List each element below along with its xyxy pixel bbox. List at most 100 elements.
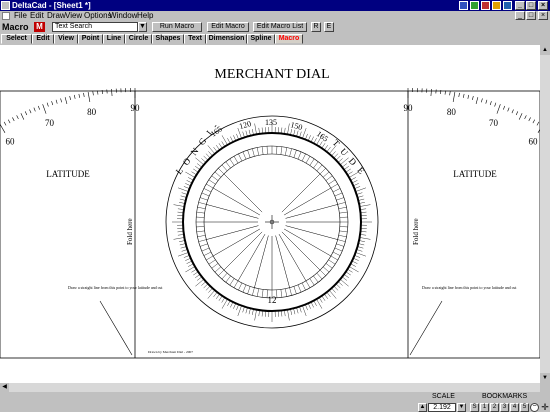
close-icon[interactable]: × xyxy=(538,1,548,10)
macro-m-icon[interactable]: M xyxy=(34,22,45,32)
dial-tick xyxy=(197,163,202,168)
macro-search-select[interactable]: Text Search xyxy=(52,22,138,32)
hour-line xyxy=(212,228,261,257)
app-icon[interactable] xyxy=(1,1,10,10)
excel-icon[interactable] xyxy=(470,1,479,10)
menu-help[interactable]: Help xyxy=(137,11,153,21)
dial-tick xyxy=(350,177,356,181)
drawing-canvas[interactable]: MERCHANT DIAL 0102030405060708090 010203… xyxy=(0,45,540,383)
tab-line[interactable]: Line xyxy=(103,34,125,44)
tab-macro[interactable]: Macro xyxy=(275,34,303,44)
word-icon[interactable] xyxy=(459,1,468,10)
tab-view[interactable]: View xyxy=(54,34,78,44)
run-macro-button[interactable]: Run Macro xyxy=(152,22,202,32)
menu-file[interactable]: File xyxy=(14,11,27,21)
right-scale-tick xyxy=(503,105,506,110)
menu-draw[interactable]: Draw xyxy=(47,11,66,21)
scroll-up-icon[interactable]: ▲ xyxy=(540,45,550,55)
dial-tick xyxy=(186,180,193,184)
hour-tick xyxy=(338,235,347,238)
hour-tick xyxy=(313,275,319,283)
menu-edit[interactable]: Edit xyxy=(30,11,44,21)
scale-down-icon[interactable]: ▼ xyxy=(457,403,466,412)
dial-tick xyxy=(188,177,194,181)
dial-tick xyxy=(215,293,220,299)
bookmarks-label: BOOKMARKS xyxy=(482,393,528,400)
horizontal-scrollbar[interactable]: ◀ xyxy=(0,383,540,392)
dial-tick xyxy=(207,145,215,154)
tab-select[interactable]: Select xyxy=(1,34,32,44)
hour-line xyxy=(254,235,269,288)
pan-arrows-icon[interactable]: ✛ xyxy=(540,402,550,412)
right-pointer-line xyxy=(409,300,443,356)
hour-line xyxy=(223,173,263,213)
dial-tick xyxy=(353,258,359,261)
edit-macro-button[interactable]: Edit Macro xyxy=(207,22,249,32)
dial-tick xyxy=(345,271,351,276)
scroll-down-icon[interactable]: ▼ xyxy=(540,373,550,383)
hour-tick xyxy=(330,183,338,189)
vertical-scrollbar[interactable]: ▲ ▼ xyxy=(540,45,550,383)
dial-tick xyxy=(183,186,190,189)
bookmark-3-button[interactable]: 3 xyxy=(500,403,509,412)
e-button[interactable]: E xyxy=(324,22,334,32)
hour-tick xyxy=(322,266,330,273)
dial-tick xyxy=(173,204,185,207)
doc-restore-icon[interactable]: □ xyxy=(526,11,536,20)
tab-point[interactable]: Point xyxy=(78,34,103,44)
hour-line xyxy=(237,233,266,282)
left-latitude-label: LATITUDE xyxy=(46,169,90,179)
tab-shapes[interactable]: Shapes xyxy=(152,34,184,44)
bookmark-5-button[interactable]: 5 xyxy=(520,403,529,412)
tab-dimension[interactable]: Dimension xyxy=(206,34,247,44)
dropdown-chevron-icon[interactable]: ▼ xyxy=(138,22,147,32)
zoom-out-icon[interactable]: − xyxy=(530,403,539,412)
bookmark-s-button[interactable]: S xyxy=(470,403,479,412)
right-scale-tick xyxy=(524,115,527,120)
tab-edit[interactable]: Edit xyxy=(32,34,54,44)
minimize-icon[interactable]: _ xyxy=(515,1,525,10)
scale-value-field[interactable]: 2.192 xyxy=(428,403,456,412)
dial-tick xyxy=(357,195,364,198)
right-latitude-label: LATITUDE xyxy=(453,169,497,179)
scale-up-icon[interactable]: ▲ xyxy=(418,403,427,412)
powerpoint-icon[interactable] xyxy=(481,1,490,10)
right-scale-tick xyxy=(472,95,474,100)
menu-options[interactable]: Options xyxy=(84,11,112,21)
document-icon[interactable] xyxy=(2,12,10,20)
hour-tick xyxy=(196,226,205,228)
dial-tick xyxy=(180,195,187,198)
tab-text[interactable]: Text xyxy=(184,34,206,44)
left-scale-label: 60 xyxy=(6,136,16,146)
scroll-left-icon[interactable]: ◀ xyxy=(0,383,9,392)
dial-tick xyxy=(191,171,197,176)
hour-tick xyxy=(339,216,348,218)
menu-view[interactable]: View xyxy=(65,11,82,21)
dial-tick xyxy=(302,127,307,139)
dial-tick xyxy=(321,143,326,149)
access-icon[interactable] xyxy=(492,1,501,10)
tab-circle[interactable]: Circle xyxy=(125,34,152,44)
maximize-icon[interactable]: □ xyxy=(526,1,536,10)
right-scale-tick xyxy=(481,98,483,103)
r-button[interactable]: R xyxy=(311,22,321,32)
dial-tick xyxy=(335,283,341,289)
dial-tick xyxy=(329,290,337,299)
dial-tick xyxy=(177,252,189,257)
bookmark-1-button[interactable]: 1 xyxy=(480,403,489,412)
doc-close-icon[interactable]: × xyxy=(538,11,548,20)
hour-tick xyxy=(203,251,212,256)
tab-spline[interactable]: Spline xyxy=(247,34,275,44)
hour-tick xyxy=(218,269,225,276)
doc-minimize-icon[interactable]: _ xyxy=(515,11,525,20)
hour-tick xyxy=(221,272,228,280)
right-scale-tick xyxy=(485,99,488,104)
edit-macro-list-button[interactable]: Edit Macro List xyxy=(253,22,307,32)
dial-tick xyxy=(227,300,231,306)
menu-window[interactable]: Window xyxy=(109,11,137,21)
outlook-icon[interactable] xyxy=(503,1,512,10)
bookmark-4-button[interactable]: 4 xyxy=(510,403,519,412)
bookmark-2-button[interactable]: 2 xyxy=(490,403,499,412)
hour-tick xyxy=(297,151,302,160)
dial-tick xyxy=(248,308,251,315)
